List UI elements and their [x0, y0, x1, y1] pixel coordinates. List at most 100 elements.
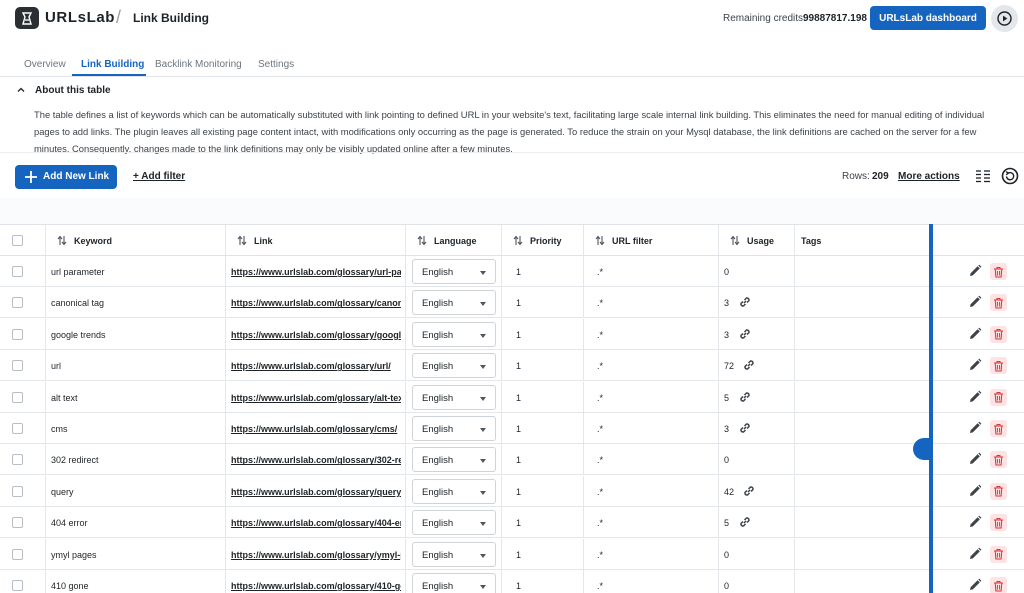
play-icon[interactable] — [991, 5, 1018, 32]
priority-cell[interactable]: 1 — [502, 444, 584, 476]
column-resize-handle[interactable] — [929, 224, 933, 593]
tags-cell[interactable] — [795, 538, 931, 570]
priority-cell[interactable]: 1 — [502, 381, 584, 413]
language-select[interactable]: English — [412, 353, 496, 379]
tags-cell[interactable] — [795, 381, 931, 413]
delete-button[interactable] — [990, 482, 1007, 500]
tags-cell[interactable] — [795, 507, 931, 539]
delete-button[interactable] — [990, 420, 1007, 437]
link-url[interactable]: https://www.urlslab.com/glossary/ymyl-p.… — [231, 550, 401, 560]
link-chain-icon[interactable] — [738, 390, 752, 404]
language-select[interactable]: English — [412, 321, 496, 347]
link-url[interactable]: https://www.urlslab.com/glossary/410-go.… — [231, 581, 401, 591]
link-url[interactable]: https://www.urlslab.com/glossary/canoni.… — [231, 298, 401, 308]
url-filter-cell[interactable]: .* — [584, 350, 719, 382]
pencil-icon[interactable] — [968, 358, 982, 372]
row-checkbox[interactable] — [12, 297, 23, 309]
language-select[interactable]: English — [412, 510, 496, 536]
keyword-cell[interactable]: alt text — [46, 381, 226, 413]
tags-cell[interactable] — [795, 475, 931, 507]
pencil-icon[interactable] — [968, 452, 982, 466]
sort-icon[interactable] — [57, 235, 67, 246]
delete-button[interactable] — [990, 325, 1007, 343]
link-url[interactable]: https://www.urlslab.com/glossary/alt-tex… — [231, 393, 401, 403]
column-priority[interactable]: Priority — [502, 225, 584, 256]
language-select[interactable]: English — [412, 447, 496, 473]
url-filter-cell[interactable]: .* — [584, 318, 719, 350]
link-chain-icon[interactable] — [738, 515, 752, 529]
language-select[interactable]: English — [412, 290, 496, 316]
link-chain-icon[interactable] — [738, 421, 752, 435]
priority-cell[interactable]: 1 — [502, 318, 584, 350]
link-url[interactable]: https://www.urlslab.com/glossary/302-re.… — [231, 455, 401, 465]
row-checkbox[interactable] — [12, 391, 23, 403]
priority-cell[interactable]: 1 — [502, 256, 584, 287]
column-usage[interactable]: Usage — [719, 225, 795, 256]
pencil-icon[interactable] — [968, 327, 982, 341]
select-all-checkbox[interactable] — [12, 235, 23, 246]
tags-cell[interactable] — [795, 256, 931, 287]
url-filter-cell[interactable]: .* — [584, 444, 719, 476]
chevron-up-icon[interactable] — [16, 85, 26, 95]
column-link[interactable]: Link — [226, 225, 406, 256]
priority-cell[interactable]: 1 — [502, 538, 584, 570]
pencil-icon[interactable] — [968, 547, 982, 561]
url-filter-cell[interactable]: .* — [584, 475, 719, 507]
row-checkbox[interactable] — [12, 548, 23, 560]
delete-button[interactable] — [990, 357, 1007, 375]
pencil-icon[interactable] — [968, 515, 982, 529]
refresh-icon[interactable] — [1001, 167, 1019, 185]
row-checkbox[interactable] — [12, 266, 23, 277]
keyword-cell[interactable]: canonical tag — [46, 287, 226, 319]
priority-cell[interactable]: 1 — [502, 475, 584, 507]
column-language[interactable]: Language — [406, 225, 502, 256]
tags-cell[interactable] — [795, 318, 931, 350]
pencil-icon[interactable] — [968, 390, 982, 404]
url-filter-cell[interactable]: .* — [584, 570, 719, 593]
url-filter-cell[interactable]: .* — [584, 538, 719, 570]
row-checkbox[interactable] — [12, 360, 23, 372]
link-url[interactable]: https://www.urlslab.com/glossary/url/ — [231, 361, 401, 371]
language-select[interactable]: English — [412, 573, 496, 593]
tab-link-building[interactable]: Link Building — [81, 59, 144, 70]
sort-icon[interactable] — [417, 235, 427, 246]
row-checkbox[interactable] — [12, 454, 23, 466]
priority-cell[interactable]: 1 — [502, 287, 584, 319]
tags-cell[interactable] — [795, 570, 931, 593]
more-actions-menu[interactable]: More actions — [898, 171, 960, 182]
sort-icon[interactable] — [513, 235, 523, 246]
tab-settings[interactable]: Settings — [258, 59, 294, 70]
link-chain-icon[interactable] — [738, 295, 752, 309]
add-filter-link[interactable]: + Add filter — [133, 171, 185, 182]
row-checkbox[interactable] — [12, 517, 23, 529]
link-chain-icon[interactable] — [738, 327, 752, 341]
row-checkbox[interactable] — [12, 580, 23, 591]
row-checkbox[interactable] — [12, 328, 23, 340]
keyword-cell[interactable]: 404 error — [46, 507, 226, 539]
link-url[interactable]: https://www.urlslab.com/glossary/url-par… — [231, 267, 401, 277]
link-chain-icon[interactable] — [742, 484, 756, 498]
url-filter-cell[interactable]: .* — [584, 381, 719, 413]
row-checkbox[interactable] — [12, 423, 23, 434]
pencil-icon[interactable] — [968, 295, 982, 309]
sort-icon[interactable] — [730, 235, 740, 246]
language-select[interactable]: English — [412, 541, 496, 567]
delete-button[interactable] — [990, 514, 1007, 532]
keyword-cell[interactable]: cms — [46, 413, 226, 444]
link-url[interactable]: https://www.urlslab.com/glossary/query/ — [231, 487, 401, 497]
keyword-cell[interactable]: ymyl pages — [46, 538, 226, 570]
language-select[interactable]: English — [412, 384, 496, 410]
pencil-icon[interactable] — [968, 421, 982, 435]
link-chain-icon[interactable] — [742, 358, 756, 372]
tab-overview[interactable]: Overview — [24, 59, 66, 70]
link-url[interactable]: https://www.urlslab.com/glossary/cms/ — [231, 424, 401, 434]
url-filter-cell[interactable]: .* — [584, 413, 719, 444]
url-filter-cell[interactable]: .* — [584, 287, 719, 319]
pencil-icon[interactable] — [968, 264, 982, 278]
tags-cell[interactable] — [795, 444, 931, 476]
link-url[interactable]: https://www.urlslab.com/glossary/404-err… — [231, 518, 401, 528]
language-select[interactable]: English — [412, 416, 496, 441]
delete-button[interactable] — [990, 263, 1007, 280]
keyword-cell[interactable]: 410 gone — [46, 570, 226, 593]
priority-cell[interactable]: 1 — [502, 507, 584, 539]
